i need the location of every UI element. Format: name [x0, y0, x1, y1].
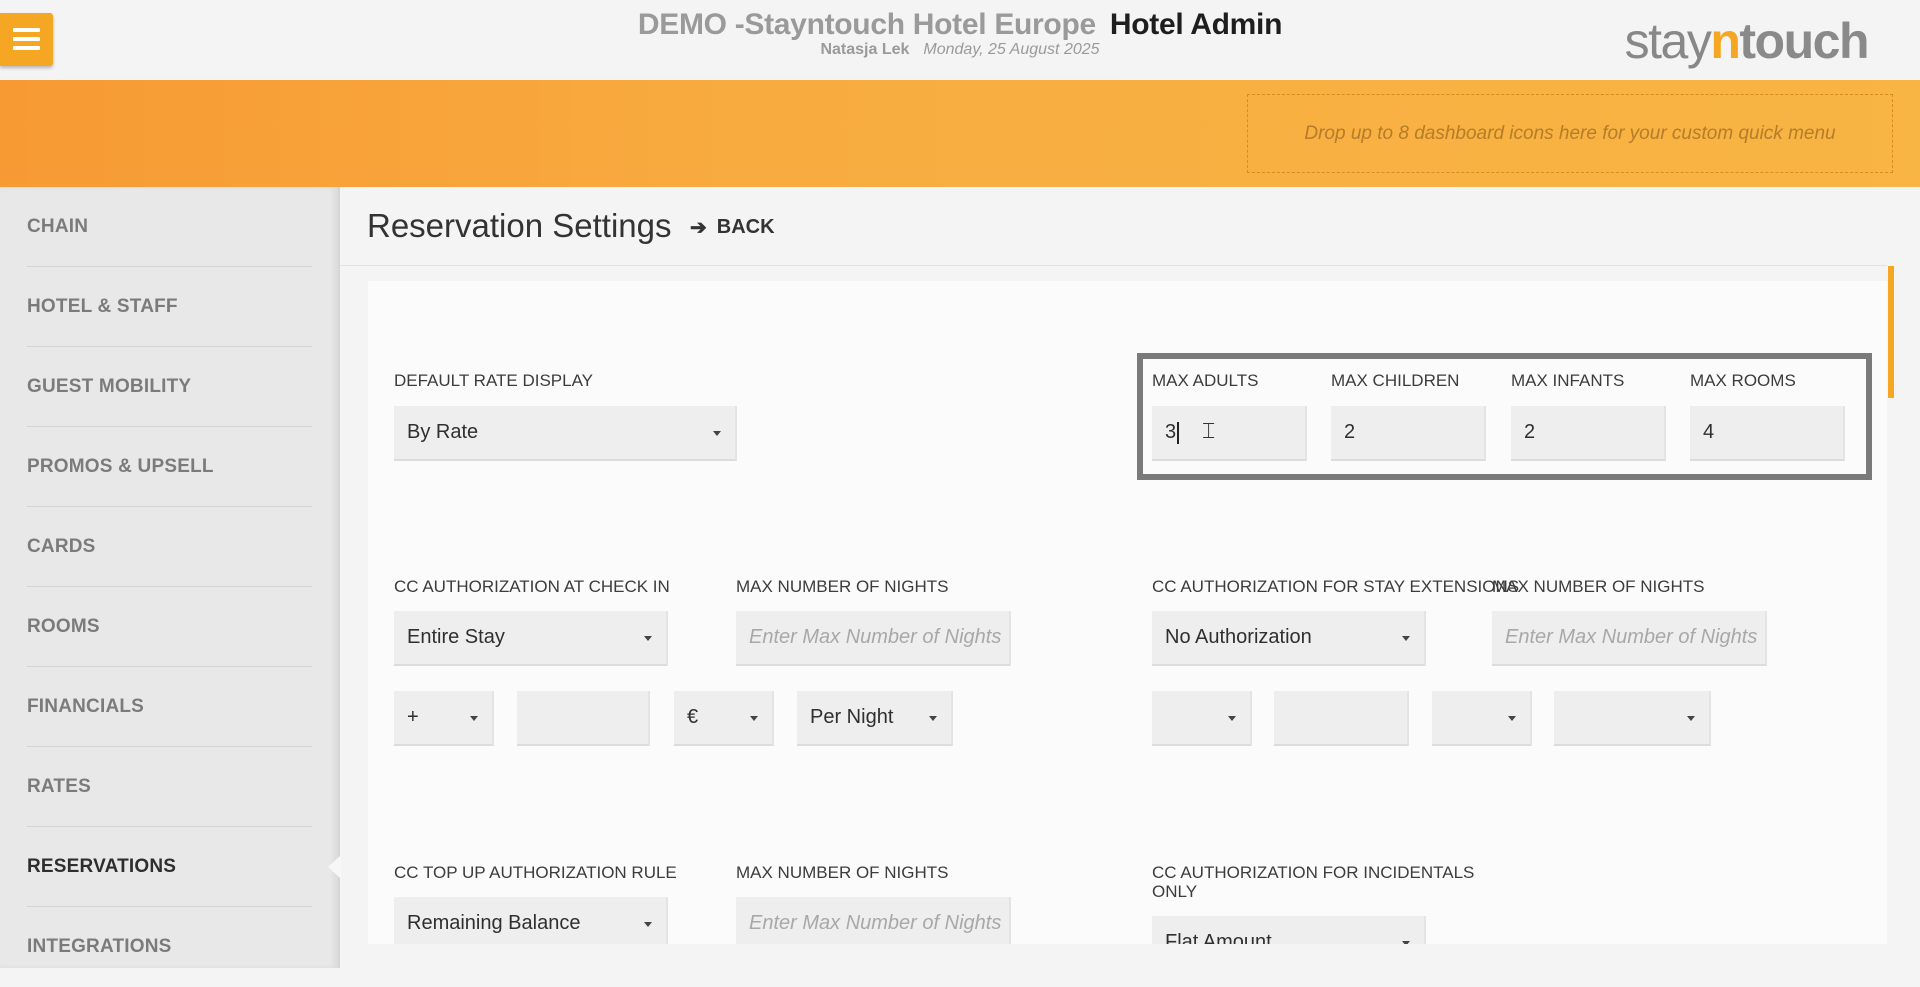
ext-operator-select[interactable]	[1152, 691, 1252, 746]
quick-menu-drop-zone[interactable]: Drop up to 8 dashboard icons here for yo…	[1247, 94, 1893, 173]
cc-auth-incidentals-select[interactable]: Flat Amount	[1152, 916, 1426, 944]
sidebar-item-guest-mobility[interactable]: GUEST MOBILITY	[27, 347, 312, 427]
caret-down-icon	[750, 716, 758, 721]
max-nights-input-3[interactable]: Enter Max Number of Nights	[736, 897, 1011, 944]
logo-part-touch: touch	[1739, 13, 1869, 69]
select-value: Flat Amount	[1165, 931, 1272, 944]
app-header: DEMO -Stayntouch Hotel Europe Hotel Admin…	[0, 0, 1920, 80]
currency-select[interactable]: €	[674, 691, 774, 746]
sidebar-item-hotel-staff[interactable]: HOTEL & STAFF	[27, 267, 312, 347]
max-nights-input-2[interactable]: Enter Max Number of Nights	[1492, 611, 1767, 666]
ext-amount-input[interactable]	[1274, 691, 1409, 746]
select-value: Remaining Balance	[407, 912, 581, 934]
caret-down-icon	[1228, 716, 1236, 721]
stayntouch-logo: stayntouch	[1624, 12, 1870, 70]
max-nights-input[interactable]: Enter Max Number of Nights	[736, 611, 1011, 666]
sidebar-item-promos-upsell[interactable]: PROMOS & UPSELL	[27, 427, 312, 507]
divider	[340, 265, 1887, 266]
logo-part-n: n	[1710, 13, 1741, 69]
select-value: Entire Stay	[407, 626, 505, 648]
page-title: Reservation Settings	[367, 207, 672, 244]
operator-select[interactable]: +	[394, 691, 494, 746]
max-occupancy-highlight	[1137, 353, 1872, 480]
quick-menu-bar: Drop up to 8 dashboard icons here for yo…	[0, 80, 1920, 187]
caret-down-icon	[1402, 636, 1410, 641]
caret-down-icon	[1402, 941, 1410, 944]
active-item-pointer	[328, 855, 341, 879]
business-date: Monday, 25 August 2025	[923, 41, 1100, 58]
max-nights-label: MAX NUMBER OF NIGHTS	[736, 577, 949, 596]
caret-down-icon	[929, 716, 937, 721]
back-button[interactable]: ➔ BACK	[690, 215, 775, 240]
admin-sidebar: CHAIN HOTEL & STAFF GUEST MOBILITY PROMO…	[0, 187, 340, 968]
caret-down-icon	[1687, 716, 1695, 721]
app-name: Hotel Admin	[1109, 8, 1283, 41]
sidebar-item-rates[interactable]: RATES	[27, 747, 312, 827]
cc-auth-check-in-label: CC AUTHORIZATION AT CHECK IN	[394, 577, 670, 596]
per-select[interactable]: Per Night	[797, 691, 953, 746]
cc-auth-check-in-select[interactable]: Entire Stay	[394, 611, 668, 666]
logo-part-stay: stay	[1624, 13, 1712, 69]
sidebar-item-integrations[interactable]: INTEGRATIONS	[27, 907, 312, 987]
hotel-name: DEMO -Stayntouch Hotel Europe	[637, 8, 1096, 41]
select-value: €	[687, 706, 699, 728]
scrollbar-thumb[interactable]	[1888, 266, 1894, 398]
select-value: By Rate	[407, 421, 479, 443]
sidebar-item-reservations[interactable]: RESERVATIONS	[27, 827, 312, 907]
cc-topup-rule-select[interactable]: Remaining Balance	[394, 897, 668, 944]
cc-auth-incidentals-label-2: ONLY	[1152, 882, 1198, 901]
sidebar-item-cards[interactable]: CARDS	[27, 507, 312, 587]
caret-down-icon	[644, 636, 652, 641]
cc-auth-stay-extensions-label: CC AUTHORIZATION FOR STAY EXTENSIONS	[1152, 577, 1520, 596]
caret-down-icon	[1508, 716, 1516, 721]
sidebar-item-financials[interactable]: FINANCIALS	[27, 667, 312, 747]
select-value: No Authorization	[1165, 626, 1312, 648]
max-nights-label-2: MAX NUMBER OF NIGHTS	[1492, 577, 1705, 596]
back-label: BACK	[716, 216, 775, 238]
default-rate-display-select[interactable]: By Rate	[394, 406, 737, 461]
select-value: Per Night	[810, 706, 894, 728]
ext-currency-select[interactable]	[1432, 691, 1532, 746]
cc-topup-rule-label: CC TOP UP AUTHORIZATION RULE	[394, 863, 677, 882]
caret-down-icon	[470, 716, 478, 721]
user-name: Natasja Lek	[820, 41, 910, 58]
sidebar-item-rooms[interactable]: ROOMS	[27, 587, 312, 667]
default-rate-display-label: DEFAULT RATE DISPLAY	[394, 371, 594, 390]
cc-auth-incidentals-label: CC AUTHORIZATION FOR INCIDENTALS	[1152, 863, 1475, 882]
amount-input[interactable]	[517, 691, 650, 746]
sidebar-item-chain[interactable]: CHAIN	[27, 187, 312, 267]
max-nights-label-3: MAX NUMBER OF NIGHTS	[736, 863, 949, 882]
ext-per-select[interactable]	[1554, 691, 1711, 746]
caret-down-icon	[644, 922, 652, 927]
cc-auth-stay-extensions-select[interactable]: No Authorization	[1152, 611, 1426, 666]
caret-down-icon	[713, 431, 721, 436]
arrow-left-icon: ➔	[690, 217, 707, 239]
select-value: +	[407, 706, 419, 728]
